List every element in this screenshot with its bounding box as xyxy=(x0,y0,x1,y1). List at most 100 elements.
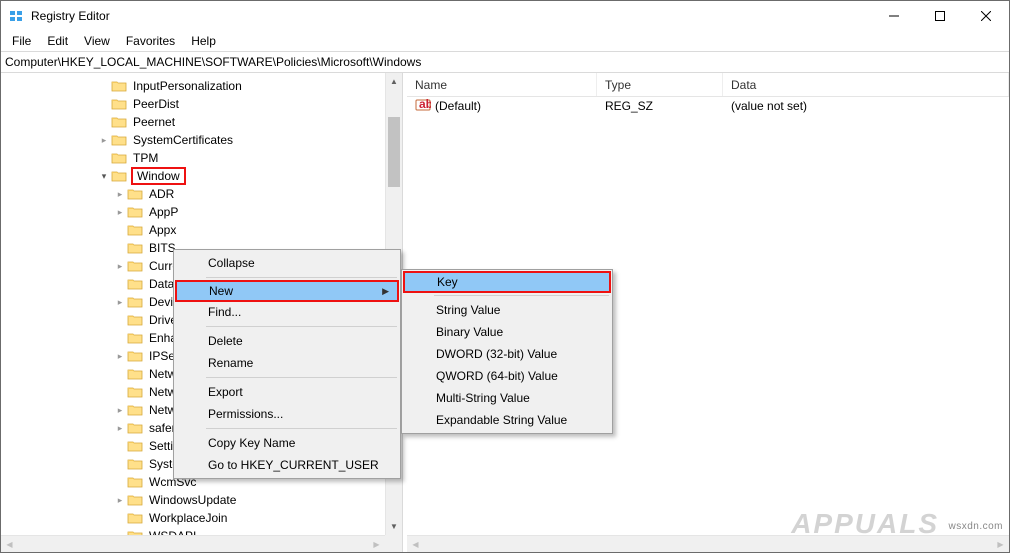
ctx-new[interactable]: New ▶ xyxy=(175,280,399,302)
ctx-new-expandstring[interactable]: Expandable String Value xyxy=(404,409,610,431)
tree-item[interactable]: Window xyxy=(1,167,402,185)
close-button[interactable] xyxy=(963,1,1009,31)
list-row[interactable]: ab (Default) REG_SZ (value not set) xyxy=(407,97,1009,115)
ctx-rename[interactable]: Rename xyxy=(176,352,398,374)
column-header-data[interactable]: Data xyxy=(723,73,1009,96)
tree-item[interactable]: InputPersonalization xyxy=(1,77,402,95)
expand-arrow-icon[interactable] xyxy=(113,205,127,219)
ctx-new-binary[interactable]: Binary Value xyxy=(404,321,610,343)
tree-item[interactable]: AppP xyxy=(1,203,402,221)
address-input[interactable] xyxy=(5,55,1005,69)
expand-arrow-icon[interactable] xyxy=(113,295,127,309)
folder-icon xyxy=(127,475,143,489)
scroll-down-button[interactable]: ▼ xyxy=(386,518,402,535)
scroll-left-button[interactable]: ◀ xyxy=(407,536,424,553)
context-submenu-new: Key String Value Binary Value DWORD (32-… xyxy=(401,269,613,434)
value-name-cell: ab (Default) xyxy=(407,98,597,115)
ctx-new-string[interactable]: String Value xyxy=(404,299,610,321)
scroll-corner xyxy=(385,535,402,552)
submenu-arrow-icon: ▶ xyxy=(382,286,389,297)
ctx-collapse[interactable]: Collapse xyxy=(176,252,398,274)
tree-item[interactable]: Appx xyxy=(1,221,402,239)
tree-item[interactable]: WorkplaceJoin xyxy=(1,509,402,527)
ctx-delete[interactable]: Delete xyxy=(176,330,398,352)
separator xyxy=(206,326,397,327)
expand-arrow-icon[interactable] xyxy=(113,403,127,417)
regedit-icon xyxy=(9,8,25,24)
expand-arrow-icon[interactable] xyxy=(113,349,127,363)
tree-item[interactable]: TPM xyxy=(1,149,402,167)
tree-scrollbar-horizontal[interactable]: ◀ ▶ xyxy=(1,535,385,552)
scroll-up-button[interactable]: ▲ xyxy=(386,73,402,90)
value-type: REG_SZ xyxy=(597,99,723,113)
folder-icon xyxy=(127,493,143,507)
scroll-left-button[interactable]: ◀ xyxy=(1,536,18,552)
folder-icon xyxy=(111,79,127,93)
scroll-right-button[interactable]: ▶ xyxy=(368,536,385,552)
ctx-goto-hkcu[interactable]: Go to HKEY_CURRENT_USER xyxy=(176,454,398,476)
no-arrow xyxy=(113,439,127,453)
value-data: (value not set) xyxy=(723,99,1009,113)
tree-item-label: AppP xyxy=(147,205,180,219)
folder-icon xyxy=(111,115,127,129)
folder-icon xyxy=(127,295,143,309)
ctx-permissions[interactable]: Permissions... xyxy=(176,403,398,425)
tree-item[interactable]: Peernet xyxy=(1,113,402,131)
maximize-button[interactable] xyxy=(917,1,963,31)
folder-icon xyxy=(127,331,143,345)
tree-item-label: Appx xyxy=(147,223,178,237)
expand-arrow-icon[interactable] xyxy=(113,493,127,507)
context-menu: Collapse New ▶ Find... Delete Rename Expo… xyxy=(173,249,401,479)
tree-item[interactable]: PeerDist xyxy=(1,95,402,113)
tree-item-label: WindowsUpdate xyxy=(147,493,238,507)
no-arrow xyxy=(113,313,127,327)
ctx-find[interactable]: Find... xyxy=(176,301,398,323)
watermark-text: wsxdn.com xyxy=(948,521,1003,532)
ctx-new-label: New xyxy=(209,284,233,298)
no-arrow xyxy=(113,277,127,291)
tree-item-label: ADR xyxy=(147,187,176,201)
expand-arrow-icon[interactable] xyxy=(113,259,127,273)
tree-item[interactable]: ADR xyxy=(1,185,402,203)
ctx-new-key[interactable]: Key xyxy=(403,271,611,293)
column-header-name[interactable]: Name xyxy=(407,73,597,96)
menu-help[interactable]: Help xyxy=(184,32,223,50)
no-arrow xyxy=(97,115,111,129)
no-arrow xyxy=(97,151,111,165)
scroll-thumb[interactable] xyxy=(388,117,400,187)
column-header-type[interactable]: Type xyxy=(597,73,723,96)
menubar: File Edit View Favorites Help xyxy=(1,31,1009,51)
ctx-copy-key-name[interactable]: Copy Key Name xyxy=(176,432,398,454)
list-scrollbar-horizontal[interactable]: ◀ ▶ xyxy=(407,535,1009,552)
ctx-new-dword[interactable]: DWORD (32-bit) Value xyxy=(404,343,610,365)
scroll-right-button[interactable]: ▶ xyxy=(992,536,1009,553)
minimize-button[interactable] xyxy=(871,1,917,31)
tree-item-label: Window xyxy=(131,167,186,185)
menu-file[interactable]: File xyxy=(5,32,38,50)
string-value-icon: ab xyxy=(415,98,431,115)
folder-icon xyxy=(127,403,143,417)
ctx-new-qword[interactable]: QWORD (64-bit) Value xyxy=(404,365,610,387)
folder-icon xyxy=(127,241,143,255)
ctx-new-multistring[interactable]: Multi-String Value xyxy=(404,387,610,409)
folder-icon xyxy=(127,349,143,363)
folder-icon xyxy=(111,97,127,111)
no-arrow xyxy=(113,241,127,255)
collapse-arrow-icon[interactable] xyxy=(97,169,111,183)
window-title: Registry Editor xyxy=(31,9,110,23)
expand-arrow-icon[interactable] xyxy=(113,187,127,201)
tree-item[interactable]: SystemCertificates xyxy=(1,131,402,149)
ctx-export[interactable]: Export xyxy=(176,381,398,403)
tree-item-label: SystemCertificates xyxy=(131,133,235,147)
no-arrow xyxy=(113,331,127,345)
tree-item[interactable]: WindowsUpdate xyxy=(1,491,402,509)
tree-item-label: PeerDist xyxy=(131,97,181,111)
expand-arrow-icon[interactable] xyxy=(97,133,111,147)
svg-text:ab: ab xyxy=(419,98,431,111)
menu-view[interactable]: View xyxy=(77,32,117,50)
menu-edit[interactable]: Edit xyxy=(40,32,75,50)
menu-favorites[interactable]: Favorites xyxy=(119,32,182,50)
no-arrow xyxy=(113,223,127,237)
no-arrow xyxy=(97,79,111,93)
expand-arrow-icon[interactable] xyxy=(113,421,127,435)
